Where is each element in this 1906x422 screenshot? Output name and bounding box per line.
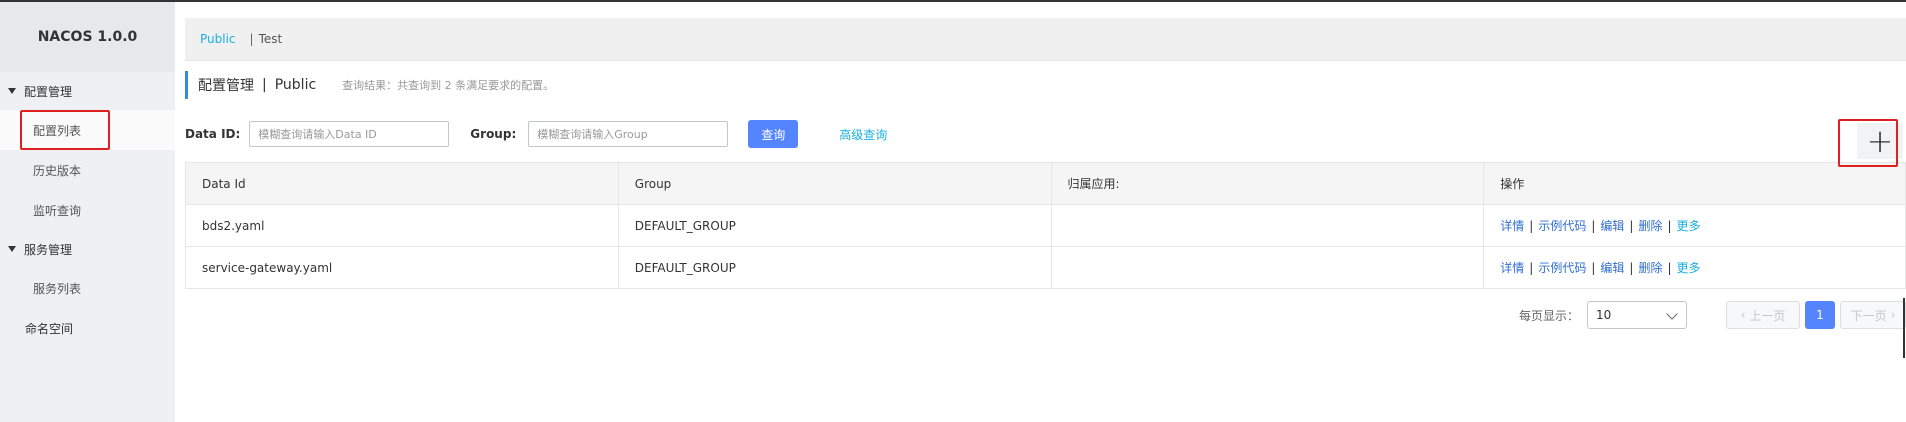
column-header-actions: 操作 [1483, 162, 1906, 205]
data-id-input[interactable]: 模糊查询请输入Data ID [249, 121, 450, 147]
action-separator: | [1529, 261, 1534, 275]
page-size-value: 10 [1596, 308, 1612, 322]
chevron-right-icon: › [1890, 308, 1896, 322]
page-title-bar: 配置管理 | Public 查询结果：共查询到 2 条满足要求的配置。 [185, 71, 554, 99]
detail-link[interactable]: 详情 [1500, 261, 1524, 275]
action-separator: | [1667, 219, 1672, 233]
cell-actions: 详情 | 示例代码 | 编辑 | 删除 | 更多 [1483, 246, 1906, 289]
column-header-group: Group [617, 162, 1052, 205]
edit-link[interactable]: 编辑 [1600, 261, 1624, 275]
tab-public[interactable]: Public [200, 32, 236, 46]
main-content: Public | Test 配置管理 | Public 查询结果：共查询到 2 … [185, 18, 1906, 329]
sample-code-link[interactable]: 示例代码 [1538, 261, 1586, 275]
action-separator: | [1667, 261, 1672, 275]
cell-app [1050, 204, 1485, 247]
table-row: service-gateway.yaml DEFAULT_GROUP 详情 | 示例… [185, 246, 1906, 289]
sidebar-group-label: 配置管理 [24, 84, 73, 99]
table-header-row: Data Id Group 归属应用: 操作 [185, 162, 1906, 205]
tab-test[interactable]: Test [259, 32, 283, 46]
query-result-text: 查询结果：共查询到 2 条满足要求的配置。 [342, 79, 555, 92]
edit-link[interactable]: 编辑 [1600, 219, 1624, 233]
sidebar-item-config-list[interactable]: 配置列表 [0, 110, 175, 150]
page-namespace: Public [274, 77, 317, 93]
cell-group: DEFAULT_GROUP [617, 246, 1052, 289]
sidebar-item-history[interactable]: 历史版本 [0, 150, 175, 190]
next-page-label: 下一页 [1850, 308, 1887, 323]
caret-down-icon [8, 88, 16, 94]
chevron-left-icon: ‹ [1740, 308, 1746, 322]
sidebar-item-service-list[interactable]: 服务列表 [0, 268, 175, 308]
cell-actions: 详情 | 示例代码 | 编辑 | 删除 | 更多 [1483, 204, 1906, 247]
title-separator: | [262, 77, 267, 93]
tab-separator: | [249, 32, 254, 46]
chevron-down-icon [1666, 308, 1678, 320]
delete-link[interactable]: 删除 [1638, 219, 1662, 233]
group-label: Group: [470, 127, 517, 141]
table-row: bds2.yaml DEFAULT_GROUP 详情 | 示例代码 | 编辑 | 删除 | 更多 [185, 204, 1906, 247]
cell-group: DEFAULT_GROUP [617, 204, 1052, 247]
more-link[interactable]: 更多 [1677, 261, 1701, 275]
page-size-label: 每页显示： [1519, 308, 1580, 323]
action-separator: | [1529, 219, 1534, 233]
sample-code-link[interactable]: 示例代码 [1538, 219, 1586, 233]
action-separator: | [1591, 261, 1596, 275]
cell-data-id: service-gateway.yaml [185, 246, 619, 289]
action-separator: | [1591, 219, 1596, 233]
detail-link[interactable]: 详情 [1500, 219, 1524, 233]
column-header-data-id: Data Id [185, 162, 619, 205]
action-separator: | [1629, 261, 1634, 275]
add-config-button[interactable]: + [1857, 123, 1903, 159]
sidebar-item-namespace[interactable]: 命名空间 [0, 308, 175, 348]
more-link[interactable]: 更多 [1677, 219, 1701, 233]
cell-data-id: bds2.yaml [185, 204, 619, 247]
pagination: 每页显示： 10 ‹ 上一页 1 下一页 › [185, 301, 1906, 329]
window-top-border [0, 0, 1906, 2]
current-page-button[interactable]: 1 [1805, 301, 1835, 329]
column-header-app: 归属应用: [1050, 162, 1485, 205]
page-title: 配置管理 [198, 78, 254, 94]
group-input[interactable]: 模糊查询请输入Group [528, 121, 729, 147]
prev-page-label: 上一页 [1749, 308, 1786, 323]
sidebar-group-label: 服务管理 [24, 242, 73, 257]
data-id-label: Data ID: [185, 127, 241, 141]
sidebar-item-listener-query[interactable]: 监听查询 [0, 190, 175, 230]
app-logo-title: NACOS 1.0.0 [0, 2, 175, 72]
config-table: Data Id Group 归属应用: 操作 bds2.yaml DEFAULT… [185, 162, 1906, 289]
query-button[interactable]: 查询 [748, 120, 799, 148]
sidebar-group-config[interactable]: 配置管理 [0, 72, 175, 110]
search-bar: Data ID: 模糊查询请输入Data ID Group: 模糊查询请输入Gr… [185, 120, 1906, 148]
delete-link[interactable]: 删除 [1638, 261, 1662, 275]
namespace-tabs: Public | Test [185, 18, 1906, 61]
cell-app [1050, 246, 1485, 289]
window-right-border [1903, 298, 1905, 358]
prev-page-button[interactable]: ‹ 上一页 [1726, 301, 1800, 329]
advanced-query-link[interactable]: 高级查询 [839, 126, 887, 143]
action-separator: | [1629, 219, 1634, 233]
page-size-select[interactable]: 10 [1587, 301, 1687, 329]
next-page-button[interactable]: 下一页 › [1840, 301, 1906, 329]
caret-down-icon [8, 246, 16, 252]
sidebar: NACOS 1.0.0 配置管理 配置列表 历史版本 监听查询 服务管理 服务列… [0, 2, 175, 422]
sidebar-group-service[interactable]: 服务管理 [0, 230, 175, 268]
